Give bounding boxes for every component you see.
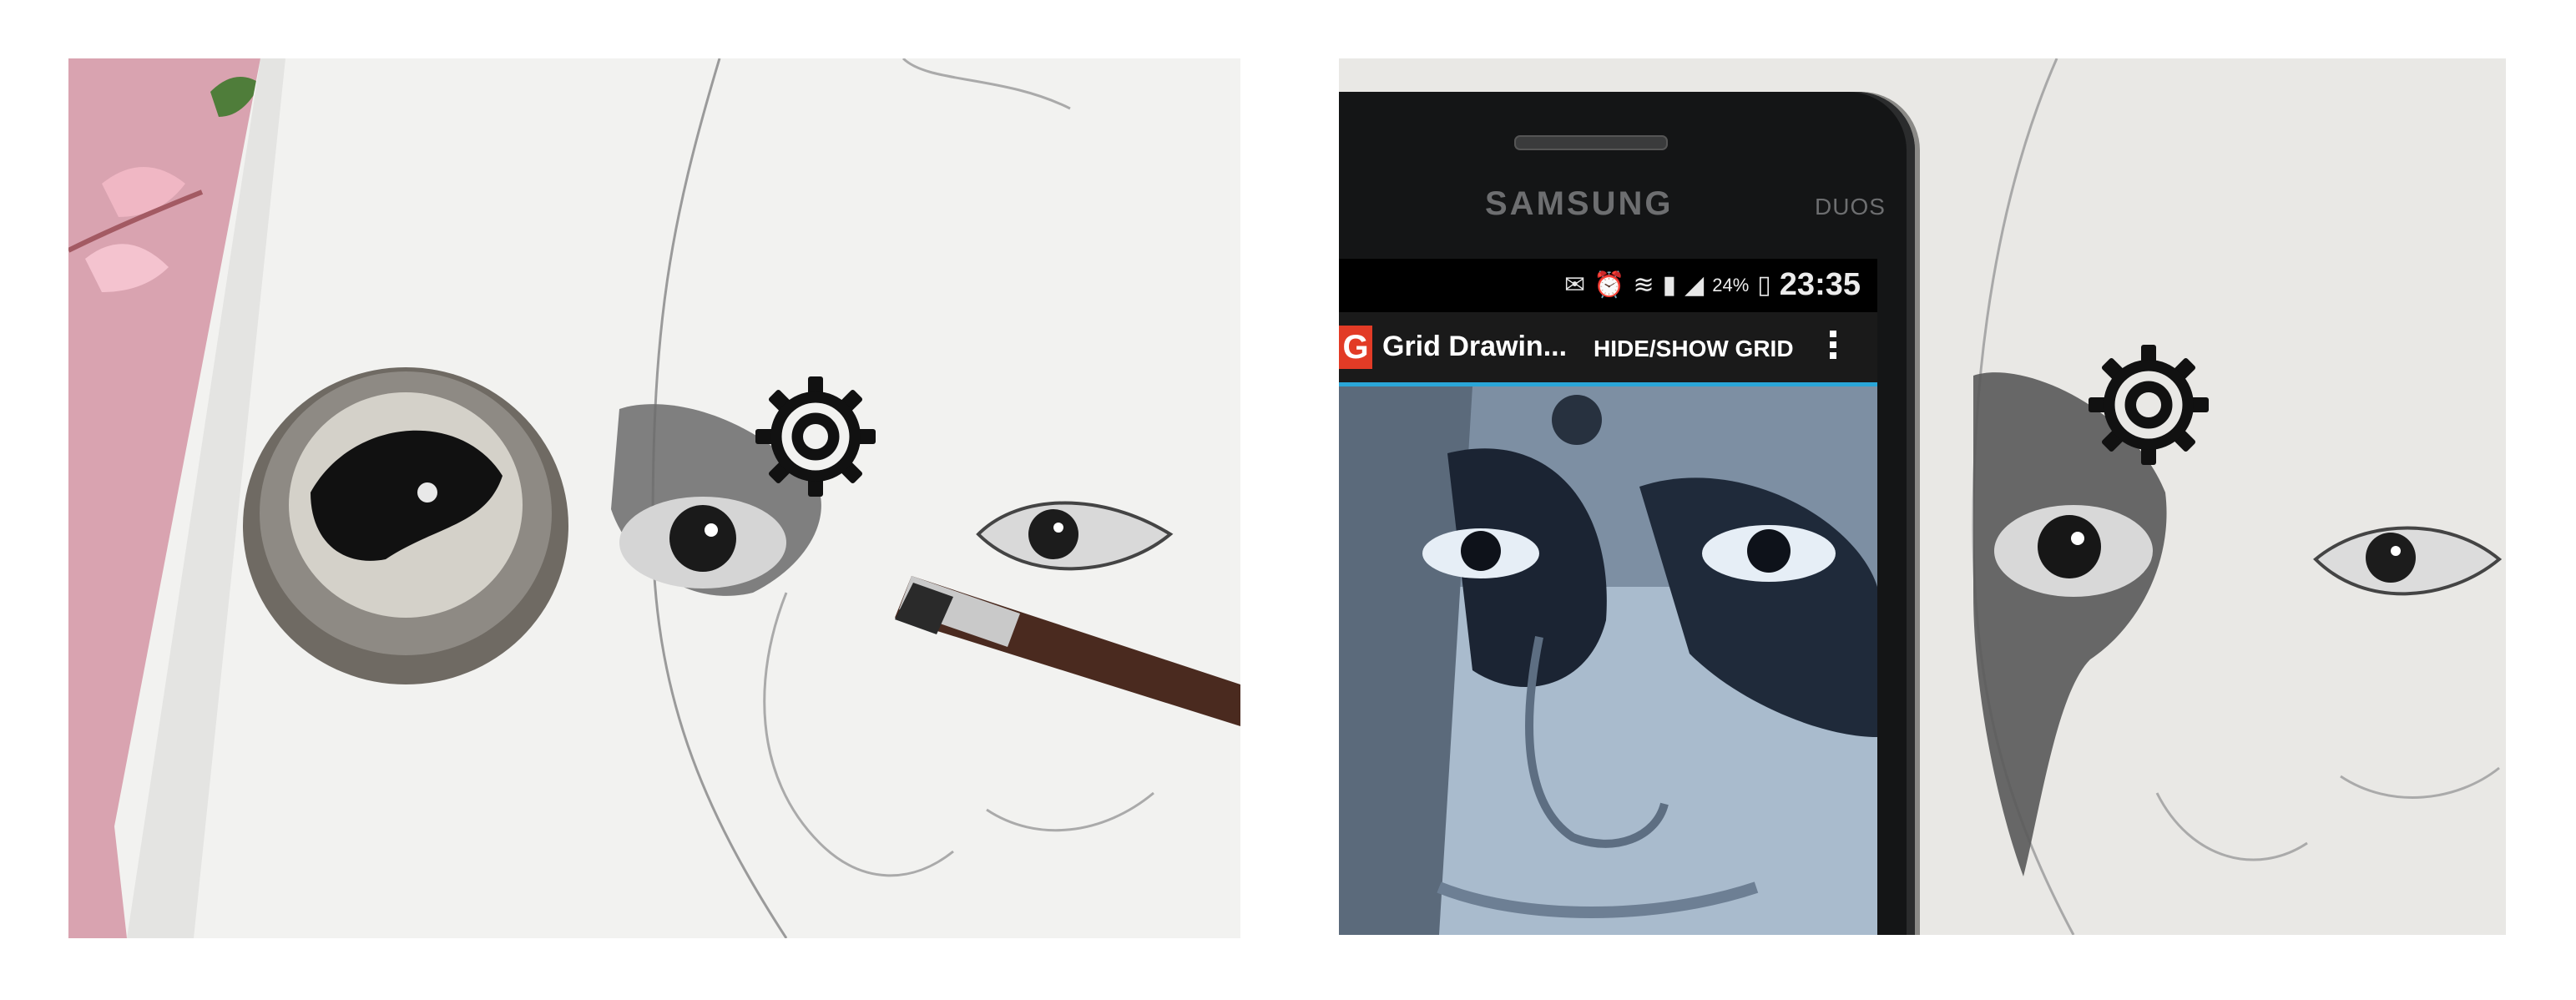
phone-earpiece — [1514, 135, 1668, 150]
app-title: Grid Drawin... — [1382, 331, 1568, 362]
hide-show-grid-button[interactable]: HIDE/SHOW GRID — [1594, 336, 1794, 362]
status-bar: ✉ ⏰ ≋ ▮ ◢ 24% ▯ 23:35 — [1339, 259, 1877, 312]
wifi-icon: ≋ — [1633, 271, 1654, 299]
gear-icon[interactable] — [2086, 342, 2211, 467]
reference-photo — [1339, 386, 1877, 935]
reference-photo-scene — [1339, 386, 1877, 935]
app-action-bar: G Grid Drawin... HIDE/SHOW GRID — [1339, 312, 1877, 386]
status-icons: ✉ ⏰ ≋ ▮ ◢ 24% ▯ 23:35 — [1564, 267, 1861, 303]
gear-icon-shape — [755, 376, 876, 497]
battery-percent: 24% — [1712, 274, 1750, 295]
phone: SAMSUNG DUOS ✉ ⏰ ≋ ▮ ◢ 24% ▯ 23:35 G Gri… — [1339, 92, 1915, 935]
gear-icon[interactable] — [753, 374, 878, 499]
mail-icon: ✉ — [1564, 271, 1586, 299]
left-photo-scene — [68, 58, 1240, 938]
phone-model-badge: DUOS — [1815, 194, 1886, 220]
alarm-icon: ⏰ — [1594, 271, 1625, 299]
status-time: 23:35 — [1779, 267, 1861, 302]
gear-icon-shape — [2089, 345, 2209, 465]
app-logo[interactable]: G — [1339, 326, 1372, 369]
battery-icon: ▯ — [1757, 271, 1771, 299]
sd-icon: ▮ — [1662, 271, 1677, 299]
left-photo — [68, 58, 1240, 938]
phone-brand: SAMSUNG — [1485, 185, 1674, 222]
right-photo: SAMSUNG DUOS ✉ ⏰ ≋ ▮ ◢ 24% ▯ 23:35 G Gri… — [1339, 58, 2506, 935]
signal-icon: ◢ — [1685, 271, 1705, 299]
phone-screen: ✉ ⏰ ≋ ▮ ◢ 24% ▯ 23:35 G Grid Drawin... H… — [1339, 259, 1877, 935]
overflow-menu-icon[interactable] — [1825, 327, 1841, 369]
